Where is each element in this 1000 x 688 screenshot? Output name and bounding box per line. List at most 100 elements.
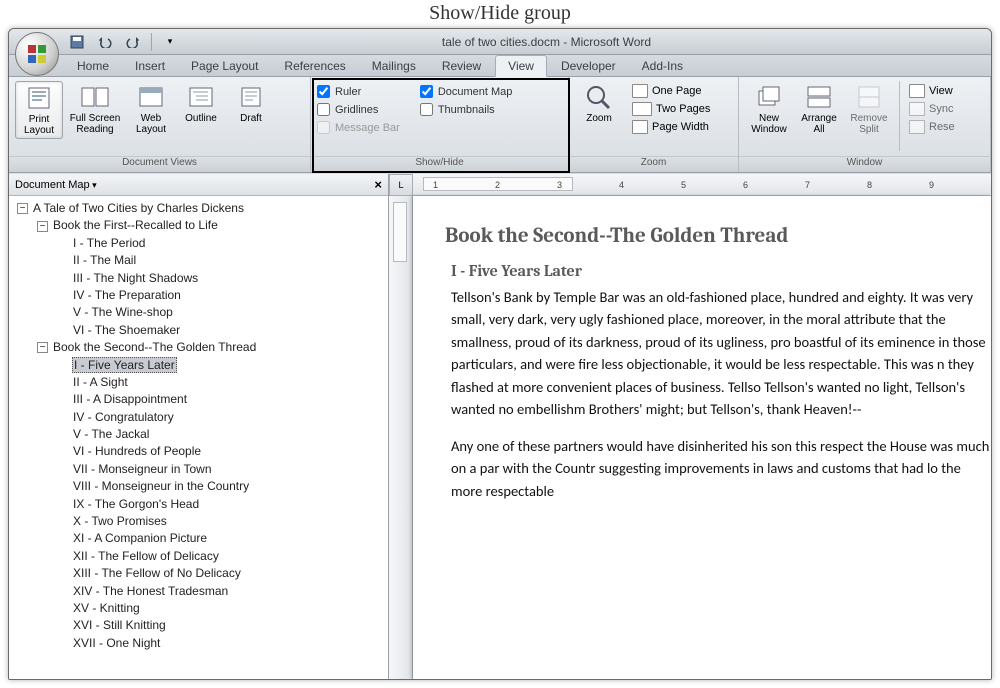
tree-chapter[interactable]: V - The Jackal xyxy=(55,426,382,443)
tree-chapter[interactable]: I - Five Years Later xyxy=(55,357,382,374)
outline-button[interactable]: Outline xyxy=(177,81,225,126)
document-pane: L 123456789 Book the Second--The Golden … xyxy=(389,174,991,679)
sync-label: Sync xyxy=(929,103,953,115)
group-label-zoom: Zoom xyxy=(569,156,738,172)
app-window: ▾ tale of two cities.docm - Microsoft Wo… xyxy=(8,28,992,680)
ribbon: Print Layout Full Screen Reading Web Lay… xyxy=(9,77,991,173)
tree-chapter[interactable]: XI - A Companion Picture xyxy=(55,530,382,547)
tab-developer[interactable]: Developer xyxy=(549,56,628,76)
window-title: tale of two cities.docm - Microsoft Word xyxy=(182,35,991,49)
tree-chapter[interactable]: VII - Monseigneur in Town xyxy=(55,461,382,478)
tree-book1[interactable]: −Book the First--Recalled to Life I - Th… xyxy=(35,217,384,339)
tab-review[interactable]: Review xyxy=(430,56,493,76)
document-map-label: Document Map xyxy=(438,86,513,98)
tree-chapter[interactable]: I - The Period xyxy=(55,235,382,252)
draft-button[interactable]: Draft xyxy=(227,81,275,126)
tree-chapter[interactable]: XIII - The Fellow of No Delicacy xyxy=(55,565,382,582)
tree-chapter[interactable]: XII - The Fellow of Delicacy xyxy=(55,548,382,565)
tree-chapter[interactable]: II - A Sight xyxy=(55,374,382,391)
web-layout-button[interactable]: Web Layout xyxy=(127,81,175,137)
remove-split-icon xyxy=(853,83,885,111)
document-map-checkbox[interactable]: Document Map xyxy=(420,85,513,98)
group-label-views: Document Views xyxy=(9,156,310,172)
sync-icon xyxy=(909,102,925,116)
tree-chapter[interactable]: XVII - One Night xyxy=(55,635,382,652)
tab-home[interactable]: Home xyxy=(65,56,121,76)
annotation-label: Show/Hide group xyxy=(0,2,1000,25)
full-screen-reading-button[interactable]: Full Screen Reading xyxy=(65,81,125,137)
ruler-label: Ruler xyxy=(335,86,361,98)
qat-redo-button[interactable] xyxy=(121,32,145,52)
tab-view[interactable]: View xyxy=(495,55,547,77)
tree-chapter[interactable]: XIV - The Honest Tradesman xyxy=(55,583,382,600)
new-window-button[interactable]: New Window xyxy=(745,81,793,137)
ruler-corner-button[interactable]: L xyxy=(389,174,413,196)
page-width-button[interactable]: Page Width xyxy=(629,119,713,135)
one-page-button[interactable]: One Page xyxy=(629,83,713,99)
doc-paragraph-1: Tellson's Bank by Temple Bar was an old-… xyxy=(451,286,991,421)
vertical-ruler[interactable] xyxy=(389,196,413,679)
document-map-tree[interactable]: −A Tale of Two Cities by Charles Dickens… xyxy=(9,196,388,679)
zoom-icon xyxy=(583,83,615,111)
view-side-icon xyxy=(909,84,925,98)
tab-insert[interactable]: Insert xyxy=(123,56,177,76)
arrange-all-button[interactable]: Arrange All xyxy=(795,81,843,137)
document-map-dropdown[interactable]: Document Map xyxy=(15,179,97,191)
gridlines-label: Gridlines xyxy=(335,104,378,116)
ruler-checkbox[interactable]: Ruler xyxy=(317,85,400,98)
tree-chapter[interactable]: IV - Congratulatory xyxy=(55,409,382,426)
collapse-icon[interactable]: − xyxy=(37,342,48,353)
tab-page-layout[interactable]: Page Layout xyxy=(179,56,270,76)
tree-chapter[interactable]: XVI - Still Knitting xyxy=(55,617,382,634)
qat-save-button[interactable] xyxy=(65,32,89,52)
redo-icon xyxy=(126,36,140,48)
tab-addins[interactable]: Add-Ins xyxy=(630,56,695,76)
tree-chapter[interactable]: XV - Knitting xyxy=(55,600,382,617)
tree-chapter[interactable]: V - The Wine-shop xyxy=(55,304,382,321)
document-map-close-button[interactable]: × xyxy=(374,177,382,192)
tree-book2[interactable]: −Book the Second--The Golden Thread I - … xyxy=(35,339,384,652)
two-pages-label: Two Pages xyxy=(656,103,710,115)
gridlines-checkbox[interactable]: Gridlines xyxy=(317,103,400,116)
qat-undo-button[interactable] xyxy=(93,32,117,52)
tree-chapter[interactable]: VIII - Monseigneur in the Country xyxy=(55,478,382,495)
print-layout-button[interactable]: Print Layout xyxy=(15,81,63,139)
collapse-icon[interactable]: − xyxy=(17,203,28,214)
ribbon-tabs: Home Insert Page Layout References Maili… xyxy=(9,55,991,77)
ruler-tick: 4 xyxy=(619,180,624,190)
zoom-button[interactable]: Zoom xyxy=(575,81,623,126)
office-button[interactable] xyxy=(15,32,59,76)
outline-icon xyxy=(185,83,217,111)
ruler-tick: 8 xyxy=(867,180,872,190)
thumbnails-checkbox[interactable]: Thumbnails xyxy=(420,103,513,116)
tab-mailings[interactable]: Mailings xyxy=(360,56,428,76)
ruler-tick: 5 xyxy=(681,180,686,190)
message-bar-label: Message Bar xyxy=(335,122,400,134)
separator xyxy=(899,81,900,151)
two-pages-icon xyxy=(632,102,652,116)
tree-chapter[interactable]: III - A Disappointment xyxy=(55,391,382,408)
tree-book2-label: Book the Second--The Golden Thread xyxy=(52,340,257,354)
group-label-showhide: Show/Hide xyxy=(311,156,568,172)
doc-paragraph-2: Any one of these partners would have dis… xyxy=(451,435,991,502)
group-window: New Window Arrange All Remove Split View… xyxy=(739,77,991,172)
qat-customize-button[interactable]: ▾ xyxy=(158,32,182,52)
thumbnails-label: Thumbnails xyxy=(438,104,495,116)
view-side-button[interactable]: View xyxy=(906,83,958,99)
tree-chapter[interactable]: III - The Night Shadows xyxy=(55,270,382,287)
tree-root[interactable]: −A Tale of Two Cities by Charles Dickens… xyxy=(15,200,386,652)
collapse-icon[interactable]: − xyxy=(37,221,48,232)
tab-references[interactable]: References xyxy=(272,56,357,76)
horizontal-ruler[interactable]: 123456789 xyxy=(413,174,991,196)
new-window-icon xyxy=(753,83,785,111)
tree-chapter[interactable]: IV - The Preparation xyxy=(55,287,382,304)
tree-chapter[interactable]: X - Two Promises xyxy=(55,513,382,530)
tree-chapter[interactable]: VI - The Shoemaker xyxy=(55,322,382,339)
tree-chapter[interactable]: IX - The Gorgon's Head xyxy=(55,496,382,513)
two-pages-button[interactable]: Two Pages xyxy=(629,101,713,117)
reset-label: Rese xyxy=(929,121,955,133)
document-page[interactable]: Book the Second--The Golden Thread I - F… xyxy=(413,196,991,679)
tree-chapter[interactable]: II - The Mail xyxy=(55,252,382,269)
titlebar: ▾ tale of two cities.docm - Microsoft Wo… xyxy=(9,29,991,55)
tree-chapter[interactable]: VI - Hundreds of People xyxy=(55,443,382,460)
